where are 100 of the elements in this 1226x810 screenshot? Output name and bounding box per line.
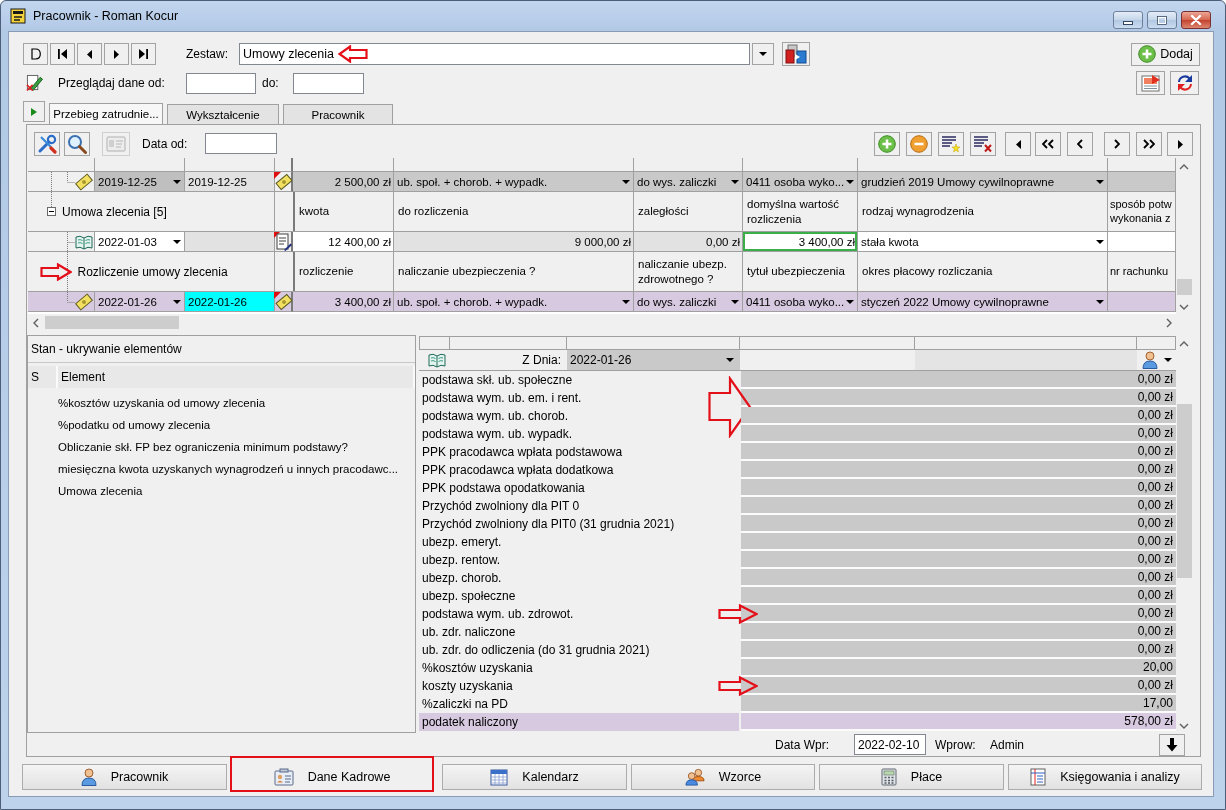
grid-row[interactable]: 2019-12-25 2019-12-25 2 500,00 zł ub. społ. + chorob. + wypadk. do wys. zaliczki 0411 osoba wyko... grudzień 2019 Umowy cywilnoprawne (28, 172, 1176, 192)
field-label: Wprow: (935, 737, 977, 752)
nav-button[interactable] (23, 43, 48, 65)
dropdown-button[interactable] (752, 43, 774, 65)
set-field[interactable]: Umowy zlecenia (239, 43, 750, 65)
calculator-icon (880, 768, 897, 786)
banknote-icon (274, 292, 292, 311)
caret-icon (622, 179, 630, 184)
double-chevron-right-icon (1143, 139, 1155, 149)
tree-toggle[interactable] (47, 207, 56, 216)
list-item[interactable]: miesięczna kwota uzyskanych wynagrodzeń u innych pracodawc... (28, 458, 415, 480)
dropdown-field[interactable]: do wys. zaliczki (634, 292, 743, 312)
search-button[interactable] (64, 132, 90, 156)
bottom-tab[interactable]: Pracownik (22, 764, 227, 790)
next-page-button[interactable] (1136, 132, 1162, 156)
tab[interactable]: Pracownik (283, 104, 393, 124)
caret-icon (1096, 179, 1104, 184)
next-button[interactable] (104, 43, 129, 65)
field-value: 0,00 zł (741, 533, 1176, 551)
field-value: 0,00 zł (741, 677, 1176, 695)
field-label: do: (262, 76, 280, 90)
previous-page-button[interactable] (1035, 132, 1061, 156)
field-value: 17,00 (741, 695, 1176, 713)
tools-icon (37, 134, 57, 154)
first-button[interactable] (1005, 132, 1031, 156)
picture-button[interactable] (1136, 71, 1165, 95)
grid-row[interactable]: 2022-01-26 2022-01-26 3 400,00 zł ub. społ. + chorob. + wypadk. do wys. zaliczki 0411 osoba wyko... styczeń 2022 Umowy cywilnoprawne (28, 292, 1176, 312)
list-item[interactable]: Umowa zlecenia (28, 480, 415, 502)
refresh-button[interactable] (1170, 71, 1199, 95)
dropdown-field[interactable]: ub. społ. + chorob. + wypadk. (394, 292, 634, 312)
entry-date-field[interactable]: 2022-02-10 (854, 734, 926, 755)
chevron-up-icon (1179, 164, 1189, 170)
remove-row-button[interactable] (906, 132, 932, 156)
tools-button[interactable] (34, 132, 60, 156)
column-label: do rozliczenia (394, 192, 634, 231)
column-header[interactable]: Element (58, 366, 415, 388)
first-button[interactable] (50, 43, 75, 65)
field-value: 0,00 zł (741, 623, 1176, 641)
panel-title: Stan - ukrywanie elementów (31, 342, 182, 356)
last-button[interactable] (131, 43, 156, 65)
next-button[interactable] (1104, 132, 1130, 156)
add-list-button[interactable] (938, 132, 964, 156)
down-button[interactable] (1159, 733, 1185, 756)
bottom-tab[interactable]: Kalendarz (442, 764, 627, 790)
caret-icon (1096, 239, 1104, 244)
close-button[interactable] (1181, 11, 1211, 29)
arrow-down-icon (1166, 737, 1178, 752)
field-label: koszty uzyskania (421, 678, 514, 695)
last-button[interactable] (1167, 132, 1193, 156)
filter-field[interactable] (915, 350, 1137, 370)
bottom-tab[interactable]: Księgowania i analizy (1008, 764, 1202, 790)
field-label: ubezp. społeczne (421, 588, 517, 605)
column-label: domyślna wartość rozliczenia (743, 192, 858, 231)
bottom-tab[interactable]: Płace (819, 764, 1004, 790)
date-field[interactable] (205, 133, 277, 154)
play-button[interactable] (23, 101, 45, 122)
previous-button[interactable] (1067, 132, 1093, 156)
triangle-left-icon (1015, 139, 1021, 149)
scrollbar-thumb[interactable] (1176, 404, 1192, 578)
date-from-field[interactable] (186, 72, 256, 94)
date-to-field[interactable] (293, 72, 364, 94)
field-value: 578,00 zł (741, 713, 1176, 731)
id-card-icon (273, 768, 294, 786)
field-value: 0,00 zł (741, 371, 1176, 389)
field-label: PPK pracodawca wpłata podstawowa (421, 444, 624, 461)
tab[interactable]: Wykształcenie (167, 104, 279, 124)
add-row-button[interactable] (874, 132, 900, 156)
dropdown-field[interactable]: 2019-12-25 (95, 172, 185, 192)
minimize-button[interactable] (1113, 11, 1143, 29)
bottom-tab[interactable]: Wzorce (631, 764, 815, 790)
scrollbar-thumb[interactable] (45, 316, 179, 329)
triangle-right-icon (114, 49, 119, 59)
delete-list-button[interactable] (970, 132, 996, 156)
caret-icon (846, 299, 854, 304)
grid-row[interactable]: 2022-01-03 12 400,00 zł 9 000,00 zł 0,00 zł 3 400,00 zł stała kwota (28, 232, 1176, 252)
list-item[interactable]: %kosztów uzyskania od umowy zlecenia (28, 392, 415, 414)
previous-button[interactable] (77, 43, 102, 65)
tab[interactable]: Przebieg zatrudnie... (49, 103, 163, 124)
maximize-button[interactable] (1147, 11, 1177, 29)
add-button[interactable]: Dodaj (1131, 42, 1200, 66)
field-value: 0,00 zł (741, 389, 1176, 407)
field-label: Data Wpr: (775, 737, 830, 752)
column-header[interactable]: S (28, 366, 58, 388)
dropdown-field[interactable]: 2022-01-03 (95, 232, 185, 252)
d-shape-icon (30, 48, 41, 60)
column-label: okres płacowy rozliczania (858, 252, 1108, 291)
skip-back-icon (58, 49, 67, 59)
list-item[interactable]: %podatku od umowy zlecenia (28, 414, 415, 436)
dropdown-field[interactable]: 0411 osoba wyko... (743, 292, 858, 312)
field-label: ubezp. chorob. (421, 570, 503, 587)
caret-icon[interactable] (1164, 358, 1172, 362)
dropdown-field[interactable]: stała kwota (858, 232, 1108, 252)
scrollbar-thumb[interactable] (1176, 279, 1192, 295)
ledger-icon (1030, 768, 1047, 786)
dropdown-field[interactable]: styczeń 2022 Umowy cywilnoprawne (858, 292, 1108, 312)
documents-button[interactable] (782, 42, 810, 66)
list-item[interactable]: Obliczanie skł. FP bez ograniczenia minimum podstawy? (28, 436, 415, 458)
field-label: podstawa skł. ub. społeczne (421, 372, 574, 389)
refresh-icon (1175, 74, 1194, 92)
date-dropdown[interactable]: 2022-01-26 (567, 350, 740, 370)
